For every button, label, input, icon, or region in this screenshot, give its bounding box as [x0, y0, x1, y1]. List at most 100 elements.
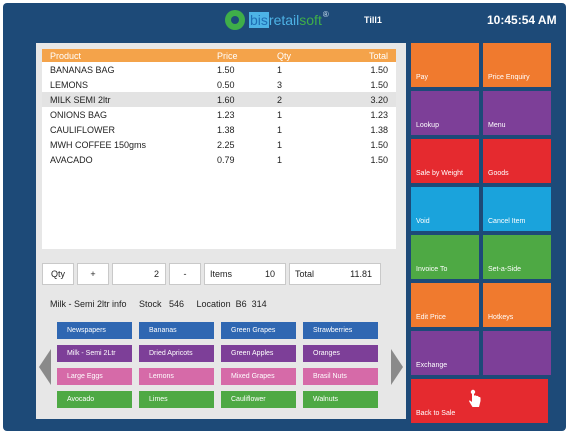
total-label: Total — [295, 269, 315, 279]
table-row[interactable]: ONIONS BAG 1.23 1 1.23 — [42, 107, 396, 122]
cell-qty: 1 — [277, 139, 283, 150]
cell-product: CAULIFLOWER — [50, 124, 116, 135]
decrement-button[interactable]: - — [169, 263, 201, 285]
item-grid: Product Price Qty Total BANANAS BAG 1.50… — [42, 49, 396, 249]
quick-key[interactable]: Lemons — [139, 368, 214, 385]
cell-qty: 1 — [277, 124, 283, 135]
cell-total: 1.50 — [370, 79, 388, 90]
set-a-side-button[interactable]: Set-a-Side — [483, 235, 551, 279]
cell-total: 1.50 — [370, 139, 388, 150]
table-row[interactable]: CAULIFLOWER 1.38 1 1.38 — [42, 122, 396, 137]
col-total: Total — [368, 50, 388, 61]
quantity-bar: Qty + 2 - Items 10 Total 11.81 — [42, 263, 396, 285]
qty-label: Qty — [42, 263, 74, 285]
sale-panel: Product Price Qty Total BANANAS BAG 1.50… — [36, 43, 406, 419]
pay-button[interactable]: Pay — [411, 43, 479, 87]
clock: 10:45:54 AM — [487, 13, 557, 27]
cell-qty: 3 — [277, 79, 283, 90]
top-bar: bisretailsoft ® Till1 10:45:54 AM — [3, 3, 566, 37]
cell-total: 1.50 — [370, 64, 388, 75]
items-count: 10 — [264, 269, 275, 279]
exchange-button[interactable]: Exchange — [411, 331, 479, 375]
logo-text-part2: retail — [268, 12, 300, 28]
cell-price: 1.38 — [217, 124, 235, 135]
items-box: Items 10 — [204, 263, 286, 285]
goods-button[interactable]: Goods — [483, 139, 551, 183]
cell-qty: 1 — [277, 109, 283, 120]
pos-window: bisretailsoft ® Till1 10:45:54 AM Produc… — [3, 3, 566, 431]
cell-total: 1.23 — [370, 109, 388, 120]
invoice-to-button[interactable]: Invoice To — [411, 235, 479, 279]
previous-page-icon[interactable] — [39, 349, 51, 385]
cell-qty: 2 — [277, 94, 283, 105]
brand-logo: bisretailsoft ® — [225, 9, 329, 31]
quick-key[interactable]: Oranges — [303, 345, 378, 362]
cancel-item-button[interactable]: Cancel Item — [483, 187, 551, 231]
quick-key[interactable]: Green Grapes — [221, 322, 296, 339]
quick-key[interactable]: Avocado — [57, 391, 132, 408]
cell-price: 0.79 — [217, 154, 235, 165]
cell-total: 1.50 — [370, 154, 388, 165]
quick-key[interactable]: Newspapers — [57, 322, 132, 339]
items-label: Items — [210, 269, 233, 279]
quick-key[interactable]: Brasil Nuts — [303, 368, 378, 385]
col-qty: Qty — [277, 50, 292, 61]
next-page-icon[interactable] — [391, 349, 403, 385]
cell-price: 2.25 — [217, 139, 235, 150]
sale-by-weight-button[interactable]: Sale by Weight — [411, 139, 479, 183]
till-label: Till1 — [364, 15, 382, 25]
logo-text-part1: bis — [249, 12, 269, 28]
cell-product: BANANAS BAG — [50, 64, 115, 75]
total-box: Total 11.81 — [289, 263, 381, 285]
quick-key[interactable]: Limes — [139, 391, 214, 408]
cell-product: LEMONS — [50, 79, 89, 90]
quantity-field[interactable]: 2 — [112, 263, 166, 285]
price-enquiry-button[interactable]: Price Enquiry — [483, 43, 551, 87]
cell-qty: 1 — [277, 154, 283, 165]
table-row[interactable]: BANANAS BAG 1.50 1 1.50 — [42, 62, 396, 77]
cell-price: 1.60 — [217, 94, 235, 105]
logo-mark-icon — [225, 10, 245, 30]
cell-product: MWH COFFEE 150gms — [50, 139, 147, 150]
cell-price: 1.23 — [217, 109, 235, 120]
quick-key[interactable]: Large Eggs — [57, 368, 132, 385]
cell-total: 3.20 — [370, 94, 388, 105]
quick-key[interactable]: Green Apples — [221, 345, 296, 362]
total-value: 11.81 — [350, 269, 372, 279]
increment-button[interactable]: + — [77, 263, 109, 285]
void-button[interactable]: Void — [411, 187, 479, 231]
quick-key[interactable]: Dried Apricots — [139, 345, 214, 362]
quick-key[interactable]: Walnuts — [303, 391, 378, 408]
product-info: Milk - Semi 2ltr info Stock 546 Location… — [50, 299, 267, 309]
edit-price-button[interactable]: Edit Price — [411, 283, 479, 327]
hotkeys-button[interactable]: Hotkeys — [483, 283, 551, 327]
registered-mark: ® — [322, 9, 329, 19]
quick-key[interactable]: Mixed Grapes — [221, 368, 296, 385]
quick-key[interactable]: Cauliflower — [221, 391, 296, 408]
cell-product: ONIONS BAG — [50, 109, 108, 120]
cell-price: 0.50 — [217, 79, 235, 90]
table-row[interactable]: MWH COFFEE 150gms 2.25 1 1.50 — [42, 137, 396, 152]
cell-qty: 1 — [277, 64, 283, 75]
menu-button[interactable]: Menu — [483, 91, 551, 135]
col-product: Product — [50, 50, 82, 61]
cell-price: 1.50 — [217, 64, 235, 75]
logo-text-part3: soft — [299, 12, 322, 28]
function-keys: Pay Price Enquiry Lookup Menu Sale by We… — [411, 43, 551, 423]
cell-product: AVACADO — [50, 154, 93, 165]
table-row[interactable]: AVACADO 0.79 1 1.50 — [42, 152, 396, 167]
quick-key[interactable]: Milk - Semi 2Ltr — [57, 345, 132, 362]
table-row[interactable]: LEMONS 0.50 3 1.50 — [42, 77, 396, 92]
lookup-button[interactable]: Lookup — [411, 91, 479, 135]
touch-hand-icon — [469, 389, 481, 407]
blank-function-button[interactable] — [483, 331, 551, 375]
table-row-selected[interactable]: MILK SEMI 2ltr 1.60 2 3.20 — [42, 92, 396, 107]
col-price: Price — [217, 50, 238, 61]
cell-total: 1.38 — [370, 124, 388, 135]
back-to-sale-label: Back to Sale — [416, 410, 456, 417]
quick-key[interactable]: Bananas — [139, 322, 214, 339]
grid-header: Product Price Qty Total — [42, 49, 396, 62]
back-to-sale-button[interactable]: Back to Sale — [411, 379, 548, 423]
quick-key[interactable]: Strawberries — [303, 322, 378, 339]
cell-product: MILK SEMI 2ltr — [50, 94, 111, 105]
